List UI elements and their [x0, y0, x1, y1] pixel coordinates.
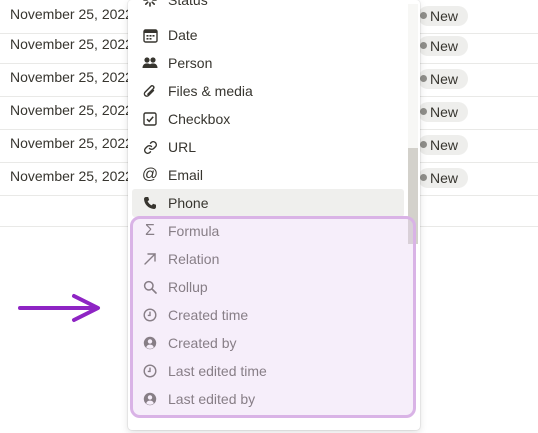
- menu-item-label: Files & media: [168, 83, 253, 99]
- people-icon: [142, 55, 158, 71]
- at-icon: @: [141, 166, 159, 183]
- phone-icon: [142, 195, 158, 211]
- menu-item-label: Checkbox: [168, 111, 231, 127]
- status-badge[interactable]: New: [418, 135, 469, 155]
- status-label: New: [430, 170, 459, 186]
- date-cell: November 25, 2022: [10, 168, 133, 184]
- menu-item-label: Email: [168, 167, 204, 183]
- menu-item-email[interactable]: @ Email: [132, 161, 404, 189]
- menu-item-label: Person: [168, 55, 213, 71]
- status-dot-icon: [420, 42, 427, 49]
- date-cell: November 25, 2022: [10, 6, 133, 22]
- date-cell: November 25, 2022: [10, 69, 133, 85]
- date-cell: November 25, 2022: [10, 36, 133, 52]
- date-cell: November 25, 2022: [10, 135, 133, 151]
- menu-item-label: Status: [168, 0, 208, 8]
- menu-item-checkbox[interactable]: Checkbox: [132, 105, 404, 133]
- menu-item-label: Date: [168, 27, 198, 43]
- status-label: New: [430, 8, 459, 24]
- status-dot-icon: [420, 141, 427, 148]
- status-dot-icon: [420, 75, 427, 82]
- status-dot-icon: [420, 174, 427, 181]
- status-badge[interactable]: New: [418, 69, 469, 89]
- calendar-icon: [142, 27, 158, 43]
- status-label: New: [430, 38, 459, 54]
- status-label: New: [430, 137, 459, 153]
- advanced-properties-highlight: [130, 216, 416, 418]
- status-label: New: [430, 104, 459, 120]
- link-icon: [142, 139, 158, 155]
- status-badge[interactable]: New: [418, 168, 469, 188]
- menu-item-status[interactable]: Status: [132, 0, 404, 14]
- status-dot-icon: [420, 108, 427, 115]
- status-icon: [142, 0, 158, 8]
- menu-item-url[interactable]: URL: [132, 133, 404, 161]
- status-badge[interactable]: New: [418, 102, 469, 122]
- menu-item-date[interactable]: Date: [132, 21, 404, 49]
- menu-item-person[interactable]: Person: [132, 49, 404, 77]
- status-dot-icon: [420, 12, 427, 19]
- menu-item-files-media[interactable]: Files & media: [132, 77, 404, 105]
- menu-item-label: Phone: [168, 195, 209, 211]
- menu-item-phone[interactable]: Phone: [132, 189, 404, 217]
- pointer-arrow-icon: [18, 294, 100, 322]
- paperclip-icon: [142, 83, 158, 99]
- status-badge[interactable]: New: [418, 6, 469, 26]
- status-badge[interactable]: New: [418, 36, 469, 56]
- menu-item-label: URL: [168, 139, 197, 155]
- status-label: New: [430, 71, 459, 87]
- date-cell: November 25, 2022: [10, 102, 133, 118]
- checkbox-icon: [142, 111, 158, 127]
